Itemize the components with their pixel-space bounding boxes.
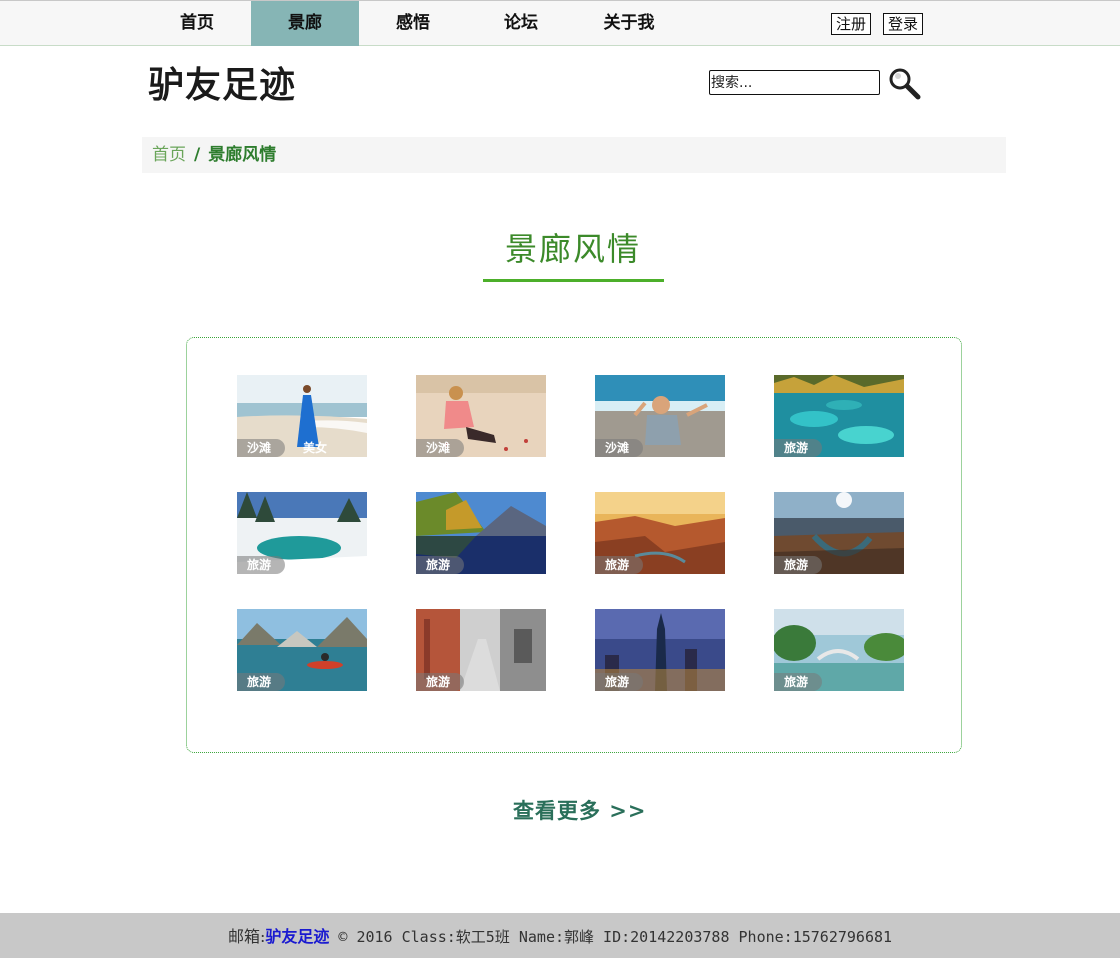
category-tag: 旅游 [595, 673, 644, 691]
view-more-link[interactable]: 查看更多 >> [513, 795, 647, 825]
category-tag: 旅游 [416, 556, 465, 574]
footer: 邮箱:驴友足迹 © 2016 Class:软工5班 Name:郭峰 ID:201… [0, 913, 1120, 958]
nav-item-forum[interactable]: 论坛 [467, 1, 575, 46]
gallery-card[interactable]: 旅游 [595, 609, 725, 691]
category-tag: 旅游 [237, 556, 286, 574]
gallery-card[interactable]: 旅游 [237, 609, 367, 691]
breadcrumb-separator: / [194, 145, 201, 165]
title-underline [483, 279, 664, 282]
category-tag: 旅游 [774, 439, 823, 457]
category-tag: 旅游 [416, 673, 465, 691]
gallery-card[interactable]: 沙滩 [595, 375, 725, 457]
category-tag-secondary: 美女 [303, 441, 328, 455]
search-input[interactable] [709, 70, 880, 95]
gallery-card[interactable]: 旅游 [774, 609, 904, 691]
gallery-card[interactable]: 旅游 [774, 492, 904, 574]
login-button[interactable]: 登录 [883, 13, 924, 35]
breadcrumb: 首页 / 景廊风情 [142, 137, 1006, 173]
footer-info: © 2016 Class:软工5班 Name:郭峰 ID:20142203788… [329, 928, 893, 946]
gallery-card[interactable]: 沙滩 美女 [237, 375, 367, 457]
category-tag: 沙滩 [416, 439, 465, 457]
search-icon[interactable] [887, 66, 921, 100]
nav-item-about[interactable]: 关于我 [575, 1, 683, 46]
svg-text:驴友足迹: 驴友足迹 [148, 65, 296, 106]
category-tag: 旅游 [774, 556, 823, 574]
site-logo[interactable]: 驴友足迹 [146, 60, 318, 107]
nav-item-home[interactable]: 首页 [143, 1, 251, 46]
gallery-card[interactable]: 旅游 [416, 492, 546, 574]
category-tag: 沙滩 [237, 439, 286, 457]
nav-item-gallery[interactable]: 景廊 [251, 1, 359, 46]
register-button[interactable]: 注册 [831, 13, 872, 35]
category-tag: 沙滩 [595, 439, 644, 457]
category-tag: 旅游 [595, 556, 644, 574]
breadcrumb-home-link[interactable]: 首页 [152, 145, 186, 165]
category-tag: 旅游 [774, 673, 823, 691]
footer-brand-link[interactable]: 驴友足迹 [265, 927, 329, 946]
gallery-card[interactable]: 旅游 [774, 375, 904, 457]
nav-item-thoughts[interactable]: 感悟 [359, 1, 467, 46]
gallery-card[interactable]: 旅游 [595, 492, 725, 574]
breadcrumb-current: 景廊风情 [208, 145, 277, 165]
page-title: 景廊风情 [504, 230, 641, 268]
gallery-card[interactable]: 旅游 [237, 492, 367, 574]
gallery-card[interactable]: 旅游 [416, 609, 546, 691]
footer-email-label: 邮箱: [227, 927, 266, 946]
photo-gallery: 沙滩 美女 沙滩 沙滩 旅游 旅游 旅游 旅游 旅游 旅游 旅游 旅游 旅游 [186, 337, 962, 753]
category-tag: 旅游 [237, 673, 286, 691]
gallery-card[interactable]: 沙滩 [416, 375, 546, 457]
top-navigation: 首页 景廊 感悟 论坛 关于我 注册 登录 [0, 0, 1120, 46]
